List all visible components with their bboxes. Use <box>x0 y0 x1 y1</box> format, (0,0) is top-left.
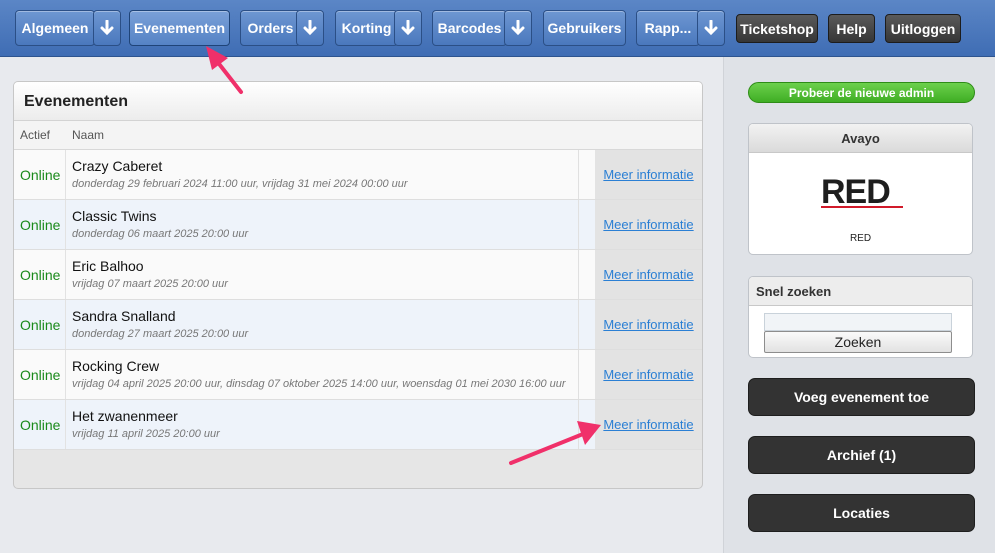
event-status: Online <box>14 200 66 249</box>
quick-search-title: Snel zoeken <box>749 277 972 306</box>
nav-algemeen[interactable]: Algemeen <box>15 10 95 46</box>
more-info-link[interactable]: Meer informatie <box>603 167 693 182</box>
event-dates: vrijdag 07 maart 2025 20:00 uur <box>72 278 228 290</box>
column-divider <box>578 150 579 199</box>
event-row: Online Classic Twins donderdag 06 maart 20… <box>14 200 702 250</box>
event-dates: vrijdag 04 april 2025 20:00 uur, dinsdag… <box>72 378 566 390</box>
nav-barcodes[interactable]: Barcodes <box>432 10 507 46</box>
nav-algemeen-dropdown[interactable] <box>93 10 121 46</box>
more-info-cell: Meer informatie <box>595 250 702 299</box>
annotation-arrow-meer-informatie <box>509 421 601 465</box>
event-status: Online <box>14 250 66 299</box>
event-name: Eric Balhoo <box>72 258 144 274</box>
more-info-link[interactable]: Meer informatie <box>603 267 693 282</box>
event-status: Online <box>14 400 66 449</box>
logo-wordmark: RED <box>821 176 890 210</box>
event-row: Online Crazy Caberet donderdag 29 februari… <box>14 150 702 200</box>
nav-korting[interactable]: Korting <box>335 10 398 46</box>
locations-button[interactable]: Locaties <box>748 494 975 532</box>
event-dates: donderdag 29 februari 2024 11:00 uur, vr… <box>72 178 408 190</box>
archive-button[interactable]: Archief (1) <box>748 436 975 474</box>
event-dates: donderdag 06 maart 2025 20:00 uur <box>72 228 249 240</box>
more-info-cell: Meer informatie <box>595 200 702 249</box>
organization-name: RED <box>849 233 872 244</box>
nav-orders-dropdown[interactable] <box>296 10 324 46</box>
arrow-down-icon <box>511 20 525 36</box>
event-status: Online <box>14 300 66 349</box>
top-navigation-bar: Algemeen Evenementen Orders Korting Barc… <box>0 0 995 57</box>
event-row: Online Sandra Snalland donderdag 27 maart … <box>14 300 702 350</box>
more-info-link[interactable]: Meer informatie <box>603 217 693 232</box>
logout-button[interactable]: Uitloggen <box>885 14 961 43</box>
event-name: Rocking Crew <box>72 358 160 374</box>
organization-box: Avayo RED RED <box>748 123 973 255</box>
event-name: Crazy Caberet <box>72 158 163 174</box>
event-status: Online <box>14 150 66 199</box>
column-divider <box>578 250 579 299</box>
more-info-link[interactable]: Meer informatie <box>603 317 693 332</box>
column-divider <box>578 350 579 399</box>
event-row: Online Rocking Crew vrijdag 04 april 2025 … <box>14 350 702 400</box>
event-row: Online Eric Balhoo vrijdag 07 maart 2025 2… <box>14 250 702 300</box>
events-table-body: Online Crazy Caberet donderdag 29 februari… <box>14 150 702 450</box>
more-info-link[interactable]: Meer informatie <box>603 367 693 382</box>
column-divider <box>578 200 579 249</box>
try-new-admin-button[interactable]: Probeer de nieuwe admin <box>748 82 975 103</box>
table-header: Actief Naam <box>14 121 702 150</box>
arrow-down-icon <box>303 20 317 36</box>
column-header-status: Actief <box>20 128 51 142</box>
organization-logo: RED <box>821 173 903 211</box>
nav-rapportages[interactable]: Rapp... <box>636 10 700 46</box>
annotation-arrow-evenementen <box>206 46 243 94</box>
arrow-down-icon <box>401 20 415 36</box>
add-event-button[interactable]: Voeg evenement toe <box>748 378 975 416</box>
nav-gebruikers[interactable]: Gebruikers <box>543 10 626 46</box>
arrow-down-icon <box>704 20 718 36</box>
event-name: Sandra Snalland <box>72 308 176 324</box>
quick-search-input[interactable] <box>764 313 952 331</box>
column-header-name: Naam <box>72 128 105 142</box>
more-info-cell: Meer informatie <box>595 150 702 199</box>
arrow-down-icon <box>100 20 114 36</box>
organization-box-title: Avayo <box>749 124 972 153</box>
more-info-cell: Meer informatie <box>595 300 702 349</box>
event-name: Classic Twins <box>72 208 157 224</box>
event-dates: vrijdag 11 april 2025 20:00 uur <box>72 428 220 440</box>
event-name: Het zwanenmeer <box>72 408 178 424</box>
more-info-cell: Meer informatie <box>595 400 702 449</box>
nav-orders[interactable]: Orders <box>240 10 301 46</box>
more-info-cell: Meer informatie <box>595 350 702 399</box>
nav-rapportages-dropdown[interactable] <box>697 10 725 46</box>
nav-evenementen[interactable]: Evenementen <box>129 10 230 46</box>
column-divider <box>578 300 579 349</box>
more-info-link[interactable]: Meer informatie <box>603 417 693 432</box>
ticketshop-button[interactable]: Ticketshop <box>736 14 818 43</box>
search-button[interactable]: Zoeken <box>764 331 952 353</box>
panel-title: Evenementen <box>14 82 702 121</box>
event-status: Online <box>14 350 66 399</box>
help-button[interactable]: Help <box>828 14 875 43</box>
nav-barcodes-dropdown[interactable] <box>504 10 532 46</box>
quick-search-box: Snel zoeken Zoeken <box>748 276 973 358</box>
nav-korting-dropdown[interactable] <box>394 10 422 46</box>
event-dates: donderdag 27 maart 2025 20:00 uur <box>72 328 249 340</box>
